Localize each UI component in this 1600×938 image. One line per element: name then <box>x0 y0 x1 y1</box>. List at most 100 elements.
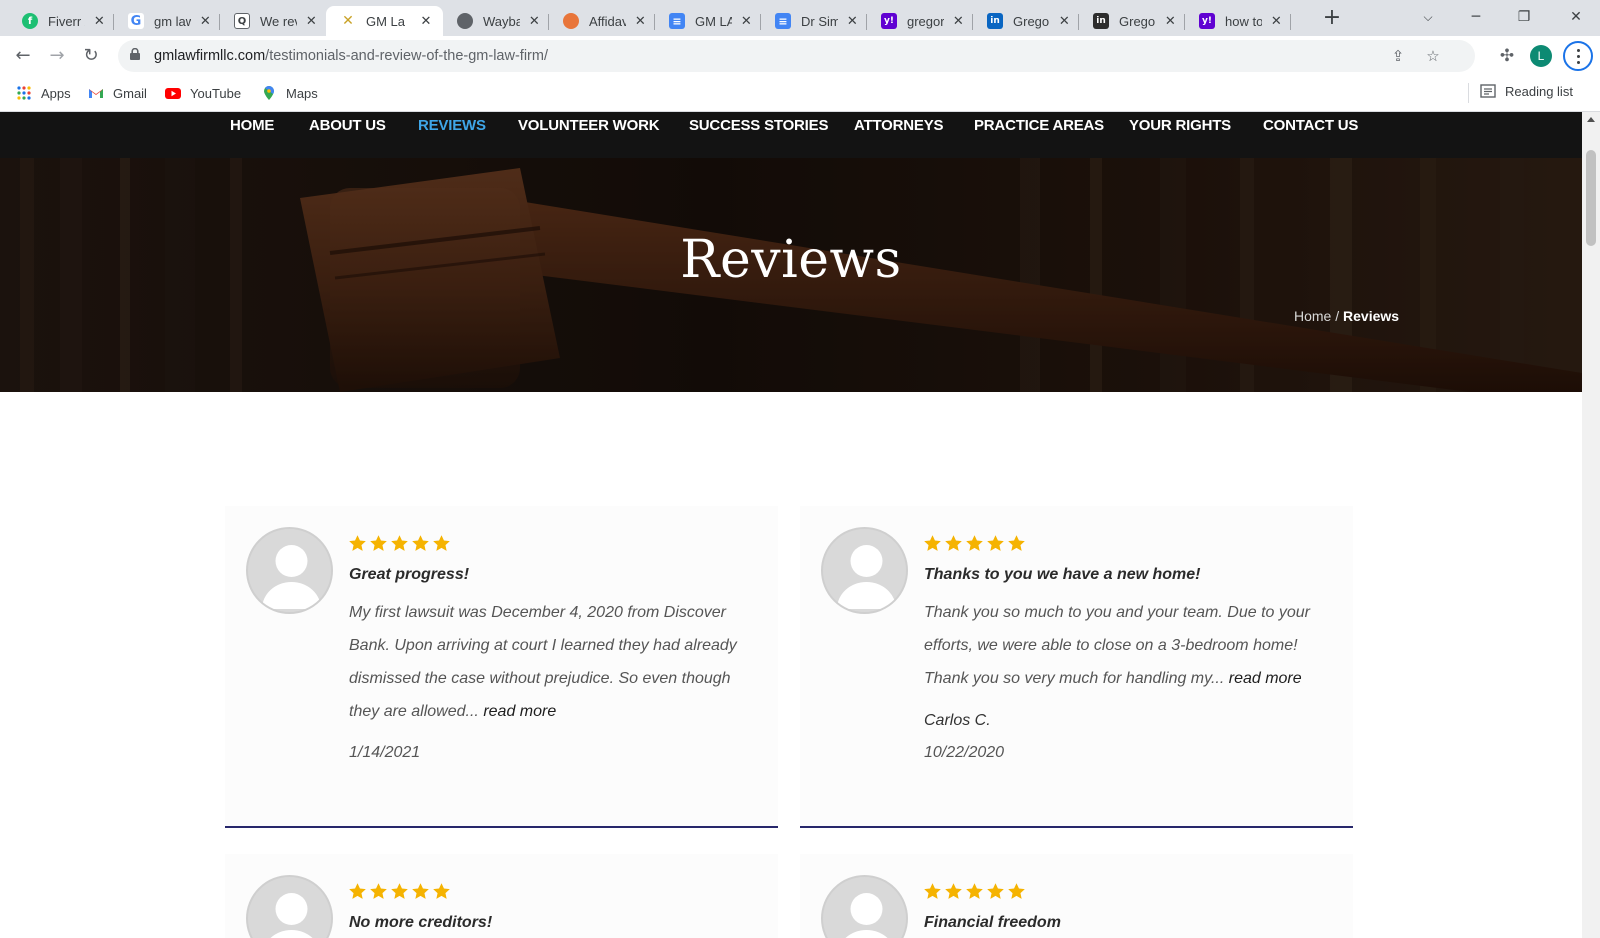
yahoo-icon: y! <box>881 13 897 29</box>
tab-title: Gregor <box>1013 13 1050 29</box>
star-icon <box>349 883 366 899</box>
minimize-button[interactable]: ─ <box>1452 0 1500 36</box>
tab-title: gm law <box>154 13 191 29</box>
star-icon <box>370 535 387 551</box>
bookmark-maps[interactable]: Maps <box>261 83 318 103</box>
google-icon: G <box>128 13 144 29</box>
site-navigation: HOME ABOUT US REVIEWS VOLUNTEER WORK SUC… <box>0 112 1582 158</box>
breadcrumb: Home / Reviews <box>1294 308 1399 324</box>
forward-button[interactable]: → <box>43 42 71 70</box>
affidavit-icon <box>563 13 579 29</box>
reviewer-avatar-placeholder <box>246 875 333 938</box>
yahoo-icon: y! <box>1199 13 1215 29</box>
nav-your-rights[interactable]: YOUR RIGHTS <box>1129 117 1231 134</box>
browser-tab-active[interactable]: ✕ GM La ✕ <box>326 6 443 36</box>
youtube-icon <box>165 88 181 99</box>
close-tab-icon[interactable]: ✕ <box>740 14 753 29</box>
close-tab-icon[interactable]: ✕ <box>1270 14 1283 29</box>
review-card: Great progress! My first lawsuit was Dec… <box>225 506 778 828</box>
profile-avatar[interactable]: L <box>1530 45 1552 67</box>
review-date: 1/14/2021 <box>349 744 421 761</box>
scroll-up-arrow[interactable] <box>1587 117 1595 122</box>
address-bar[interactable]: gmlawfirmllc.com/testimonials-and-review… <box>118 40 1475 72</box>
browser-tab[interactable]: in Gregor ✕ <box>1079 6 1185 36</box>
browser-tab[interactable]: Affidav ✕ <box>549 6 655 36</box>
star-rating <box>923 882 1026 901</box>
browser-tab[interactable]: y! gregor ✕ <box>867 6 973 36</box>
reviewer-avatar-placeholder <box>821 527 908 614</box>
star-icon <box>924 535 941 551</box>
nav-volunteer-work[interactable]: VOLUNTEER WORK <box>518 117 660 134</box>
bookmark-gmail[interactable]: Gmail <box>88 83 147 103</box>
star-rating <box>348 534 451 553</box>
scrollbar-thumb[interactable] <box>1586 150 1596 246</box>
google-docs-icon: ≡ <box>669 13 685 29</box>
reading-list-icon <box>1480 84 1496 98</box>
star-icon <box>370 883 387 899</box>
tab-title: GM LA <box>695 13 732 29</box>
close-tab-icon[interactable]: ✕ <box>1058 14 1071 29</box>
star-icon <box>945 883 962 899</box>
nav-success-stories[interactable]: SUCCESS STORIES <box>689 117 828 134</box>
url-text[interactable]: gmlawfirmllc.com/testimonials-and-review… <box>154 48 548 64</box>
nav-about-us[interactable]: ABOUT US <box>309 117 386 134</box>
close-tab-icon[interactable]: ✕ <box>305 14 318 29</box>
close-tab-icon[interactable]: ✕ <box>418 14 434 29</box>
globe-icon <box>457 13 473 29</box>
read-more-link[interactable]: read more <box>1229 670 1302 687</box>
reading-list-label: Reading list <box>1505 83 1573 99</box>
tab-title: GM La <box>366 13 406 29</box>
bookmark-star-icon[interactable]: ☆ <box>1423 46 1443 66</box>
review-card: Thanks to you we have a new home! Thank … <box>800 506 1353 828</box>
browser-tab[interactable]: f Fiverr / ✕ <box>8 6 114 36</box>
tab-title: Gregor <box>1119 13 1156 29</box>
nav-practice-areas[interactable]: PRACTICE AREAS <box>974 117 1104 134</box>
star-icon <box>349 535 366 551</box>
tab-title: gregor <box>907 13 944 29</box>
star-icon <box>391 535 408 551</box>
restore-button[interactable]: ❐ <box>1500 0 1548 36</box>
browser-tab[interactable]: ≡ GM LA ✕ <box>655 6 761 36</box>
close-tab-icon[interactable]: ✕ <box>634 14 647 29</box>
browser-tab[interactable]: Q We rev ✕ <box>220 6 326 36</box>
browser-tab[interactable]: Wayba ✕ <box>443 6 549 36</box>
breadcrumb-home-link[interactable]: Home <box>1294 308 1331 324</box>
bookmark-youtube[interactable]: YouTube <box>165 83 241 103</box>
browser-tab[interactable]: ≡ Dr Sim ✕ <box>761 6 867 36</box>
gm-law-icon: ✕ <box>340 13 356 29</box>
maps-icon <box>264 86 274 100</box>
google-docs-icon: ≡ <box>775 13 791 29</box>
browser-menu-icon[interactable] <box>1563 41 1593 71</box>
reading-list-button[interactable]: Reading list <box>1468 83 1573 103</box>
tab-title: Wayba <box>483 13 520 29</box>
close-tab-icon[interactable]: ✕ <box>846 14 859 29</box>
close-tab-icon[interactable]: ✕ <box>528 14 541 29</box>
close-tab-icon[interactable]: ✕ <box>199 14 212 29</box>
new-tab-button[interactable]: + <box>1318 6 1346 30</box>
close-tab-icon[interactable]: ✕ <box>93 14 106 29</box>
browser-tab[interactable]: G gm law ✕ <box>114 6 220 36</box>
reload-button[interactable]: ↻ <box>77 42 105 70</box>
browser-tab[interactable]: in Gregor ✕ <box>973 6 1079 36</box>
close-tab-icon[interactable]: ✕ <box>1164 14 1177 29</box>
close-window-button[interactable]: ✕ <box>1552 0 1600 36</box>
share-icon[interactable]: ⇪ <box>1388 46 1408 66</box>
bookmark-apps[interactable]: Apps <box>16 83 71 103</box>
nav-contact-us[interactable]: CONTACT US <box>1263 117 1358 134</box>
tab-search-icon[interactable]: ⌵ <box>1404 0 1452 36</box>
star-icon <box>412 883 429 899</box>
star-icon <box>391 883 408 899</box>
browser-tab[interactable]: y! how to ✕ <box>1185 6 1291 36</box>
nav-home[interactable]: HOME <box>230 117 274 134</box>
fiverr-icon: f <box>22 13 38 29</box>
reviewer-avatar-placeholder <box>246 527 333 614</box>
extensions-puzzle-icon[interactable]: ✣ <box>1496 45 1518 67</box>
nav-attorneys[interactable]: ATTORNEYS <box>854 117 944 134</box>
lock-icon[interactable] <box>130 48 140 60</box>
tab-title: how to <box>1225 13 1262 29</box>
read-more-link[interactable]: read more <box>483 703 556 720</box>
back-button[interactable]: ← <box>9 42 37 70</box>
nav-reviews[interactable]: REVIEWS <box>418 117 486 134</box>
close-tab-icon[interactable]: ✕ <box>952 14 965 29</box>
page-scrollbar[interactable] <box>1582 112 1600 938</box>
